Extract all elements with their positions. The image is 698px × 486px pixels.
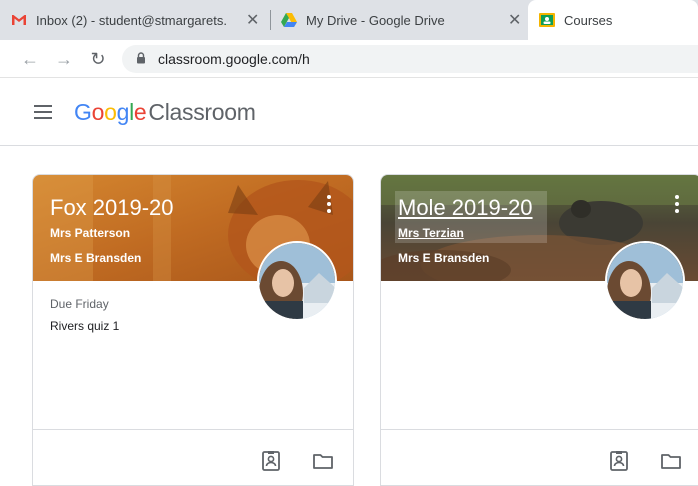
tab-gmail[interactable]: Inbox (2) - student@stmargarets. ✕	[10, 0, 268, 40]
url-text: classroom.google.com/h	[158, 51, 310, 67]
folder-icon[interactable]	[660, 450, 682, 472]
address-bar[interactable]: classroom.google.com/h	[122, 45, 698, 73]
teacher-avatar	[257, 241, 337, 321]
student-work-icon[interactable]	[260, 450, 282, 472]
logo-letter: g	[116, 99, 130, 125]
logo-letter: e	[133, 99, 147, 125]
more-options-icon[interactable]	[675, 195, 679, 213]
lock-icon	[137, 52, 145, 64]
logo-letter: o	[104, 99, 117, 125]
course-card-footer	[381, 429, 698, 485]
teacher-avatar	[605, 241, 685, 321]
back-icon[interactable]: ←	[20, 49, 40, 69]
course-teacher: Mrs E Bransden	[398, 251, 490, 265]
more-options-icon[interactable]	[327, 195, 331, 213]
logo-letter: o	[91, 99, 105, 125]
browser-toolbar: ← → ↻ classroom.google.com/h	[0, 40, 698, 78]
main-menu-icon[interactable]	[34, 105, 52, 119]
close-icon[interactable]: ✕	[508, 10, 521, 30]
course-section[interactable]: Mrs Patterson	[50, 226, 130, 240]
course-title[interactable]: Fox 2019-20	[50, 195, 174, 221]
logo-product-name: Classroom	[148, 99, 256, 125]
course-card[interactable]: Mole 2019-20 Mrs Terzian Mrs E Bransden	[380, 174, 698, 486]
tab-title: Courses	[564, 12, 613, 28]
tab-courses[interactable]: Courses	[528, 0, 698, 40]
due-assignment-link[interactable]: Rivers quiz 1	[50, 319, 119, 333]
close-icon[interactable]: ✕	[246, 10, 259, 30]
forward-icon[interactable]: →	[54, 49, 74, 69]
due-label: Due Friday	[50, 297, 109, 311]
classroom-icon	[538, 11, 556, 29]
course-section[interactable]: Mrs Terzian	[398, 226, 464, 240]
course-card[interactable]: Fox 2019-20 Mrs Patterson Mrs E Bransden…	[32, 174, 354, 486]
app-header: GoogleClassroom	[0, 78, 698, 146]
course-teacher: Mrs E Bransden	[50, 251, 142, 265]
tab-google-drive[interactable]: My Drive - Google Drive ✕	[280, 0, 524, 40]
browser-tab-strip: Inbox (2) - student@stmargarets. ✕ My Dr…	[0, 0, 698, 40]
drive-icon	[280, 11, 298, 29]
reload-icon[interactable]: ↻	[88, 49, 108, 69]
google-classroom-logo[interactable]: GoogleClassroom	[74, 99, 256, 126]
folder-icon[interactable]	[312, 450, 334, 472]
tab-title: My Drive - Google Drive	[306, 12, 445, 28]
student-work-icon[interactable]	[608, 450, 630, 472]
course-card-footer	[33, 429, 353, 485]
gmail-icon	[10, 11, 28, 29]
tab-separator	[270, 10, 271, 30]
course-title[interactable]: Mole 2019-20	[398, 195, 533, 221]
tab-title: Inbox (2) - student@stmargarets.	[36, 12, 227, 28]
logo-letter: G	[74, 99, 92, 125]
